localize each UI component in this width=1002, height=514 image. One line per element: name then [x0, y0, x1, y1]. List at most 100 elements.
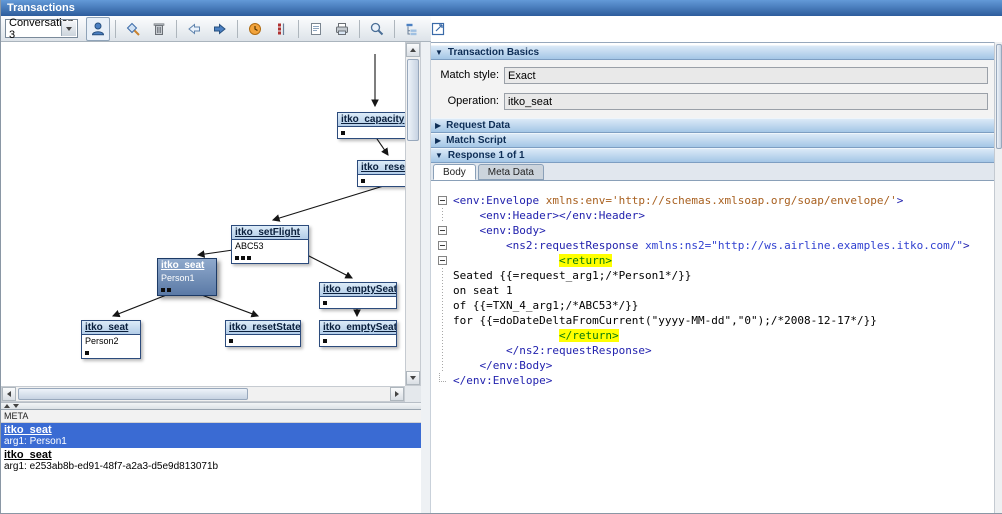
printer-button[interactable]	[330, 17, 354, 41]
match-style-field[interactable]: Exact	[504, 67, 988, 84]
tree-node-itko_setFlight[interactable]: itko_setFlightABC53	[231, 225, 309, 264]
forward-arrow-button[interactable]	[208, 17, 232, 41]
xml-line-text: of {{=TXN_4_arg1;/*ABC53*/}}	[453, 298, 638, 313]
tree-node-badges	[358, 175, 405, 186]
fold-gutter	[431, 358, 453, 373]
collapse-arrow-icon: ▼	[435, 48, 443, 57]
meta-row-title[interactable]: itko_seat	[4, 424, 418, 436]
tree-vertical-scrollbar[interactable]	[405, 42, 421, 386]
fold-toggle-icon[interactable]	[438, 226, 447, 235]
tree-layout-button[interactable]	[400, 17, 424, 41]
badge-square-icon	[247, 256, 251, 260]
scroll-left-button[interactable]	[2, 387, 16, 401]
section-match-script[interactable]: ▶ Match Script	[431, 133, 994, 148]
back-arrow-button[interactable]	[182, 17, 206, 41]
section-response-1-of-1[interactable]: ▼ Response 1 of 1	[431, 148, 994, 163]
tree-node-title: itko_setFlight	[232, 226, 308, 240]
document-icon	[308, 21, 324, 37]
scroll-right-icon	[395, 391, 399, 397]
xml-line: of {{=TXN_4_arg1;/*ABC53*/}}	[431, 298, 994, 313]
tree-node-itko_seat[interactable]: itko_seatPerson2	[81, 320, 141, 359]
badge-square-icon	[341, 131, 345, 135]
inspector-scrollbar[interactable]	[994, 42, 1002, 513]
section-label: Transaction Basics	[448, 47, 539, 58]
tree-horizontal-scrollbar[interactable]	[1, 386, 405, 402]
badge-square-icon	[241, 256, 245, 260]
tree-vscroll-thumb[interactable]	[407, 59, 419, 141]
panel-splitter-vertical[interactable]	[421, 42, 431, 513]
xml-line-text: </env:Envelope>	[453, 373, 552, 388]
xml-line-text: <env:Body>	[453, 223, 546, 238]
fold-guide	[442, 343, 443, 358]
history-button[interactable]	[243, 17, 267, 41]
edit-node-button[interactable]	[121, 17, 145, 41]
scroll-left-icon	[7, 391, 11, 397]
toolbar-separator	[237, 20, 238, 38]
tree-node-arg: Person1	[158, 272, 216, 284]
tree-hscroll-thumb[interactable]	[18, 388, 248, 400]
collapse-down-icon[interactable]	[13, 404, 19, 408]
tree-node-title: itko_capacity	[338, 113, 405, 127]
meta-row-title[interactable]: itko_seat	[4, 449, 418, 461]
scroll-down-button[interactable]	[406, 371, 420, 385]
section-label: Request Data	[446, 120, 510, 131]
fold-guide	[442, 298, 443, 313]
toolbar-separator	[298, 20, 299, 38]
user-icon	[90, 21, 106, 37]
xml-line: <ns2:requestResponse xmlns:ns2="http://w…	[431, 238, 994, 253]
tree-node-badges	[338, 127, 405, 138]
fold-guide	[442, 358, 443, 373]
tree-node-itko_emptySeats[interactable]: itko_emptySeats	[319, 282, 397, 309]
fold-gutter	[431, 343, 453, 358]
tree-node-itko_resetState[interactable]: itko_resetState	[225, 320, 301, 347]
transaction-basics-form: Match style: Exact Operation: itko_seat	[431, 60, 994, 118]
fold-toggle-icon[interactable]	[438, 196, 447, 205]
xml-line-text: <ns2:requestResponse xmlns:ns2="http://w…	[453, 238, 970, 253]
tree-node-itko_resetState[interactable]: itko_resetState	[357, 160, 405, 187]
collapse-up-icon[interactable]	[4, 404, 10, 408]
tree-node-itko_seat[interactable]: itko_seatPerson1	[157, 258, 217, 296]
fold-toggle-icon[interactable]	[438, 241, 447, 250]
meta-row-detail: arg1: Person1	[4, 436, 418, 447]
tab-body[interactable]: Body	[433, 164, 476, 180]
scroll-up-button[interactable]	[406, 43, 420, 57]
xml-line: </env:Body>	[431, 358, 994, 373]
tree-node-title: itko_emptySeats	[320, 321, 396, 335]
section-transaction-basics[interactable]: ▼ Transaction Basics	[431, 45, 994, 60]
scroll-right-button[interactable]	[390, 387, 404, 401]
delete-icon	[151, 21, 167, 37]
meta-row-detail: arg1: e253ab8b-ed91-48f7-a2a3-d5e9d81307…	[4, 461, 418, 472]
section-request-data[interactable]: ▶ Request Data	[431, 118, 994, 133]
operation-label: Operation:	[435, 95, 504, 107]
inspector-panel: ▼ Transaction Basics Match style: Exact …	[431, 42, 994, 513]
delete-button[interactable]	[147, 17, 171, 41]
toolbar-separator	[359, 20, 360, 38]
tree-node-title: itko_seat	[82, 321, 140, 335]
fold-toggle-icon[interactable]	[438, 256, 447, 265]
xml-line: <env:Body>	[431, 223, 994, 238]
inspector-scroll-thumb[interactable]	[996, 44, 1002, 149]
toolbar-separator	[394, 20, 395, 38]
fold-guide	[442, 313, 443, 328]
open-editor-button[interactable]	[426, 17, 450, 41]
tree-node-badges	[320, 335, 396, 346]
xml-line-text: </ns2:requestResponse>	[453, 343, 652, 358]
section-label: Response 1 of 1	[448, 150, 525, 161]
meta-row[interactable]: itko_seatarg1: Person1	[1, 423, 421, 448]
scroll-down-icon	[410, 376, 416, 380]
user-button[interactable]	[86, 17, 110, 41]
steps-button[interactable]	[269, 17, 293, 41]
conversation-select[interactable]: Conversation 3	[5, 19, 78, 38]
combo-arrow-button[interactable]	[61, 21, 76, 36]
meta-splitter[interactable]	[1, 402, 421, 409]
document-button[interactable]	[304, 17, 328, 41]
response-body-editor[interactable]: <env:Envelope xmlns:env='http://schemas.…	[431, 181, 994, 513]
zoom-button[interactable]	[365, 17, 389, 41]
tree-node-itko_capacity[interactable]: itko_capacity	[337, 112, 405, 139]
fold-gutter	[431, 313, 453, 328]
tree-node-itko_emptySeats[interactable]: itko_emptySeats	[319, 320, 397, 347]
operation-field[interactable]: itko_seat	[504, 93, 988, 110]
tab-meta-data[interactable]: Meta Data	[478, 164, 544, 180]
meta-row[interactable]: itko_seatarg1: e253ab8b-ed91-48f7-a2a3-d…	[1, 448, 421, 473]
tree-node-title: itko_seat	[158, 259, 216, 272]
